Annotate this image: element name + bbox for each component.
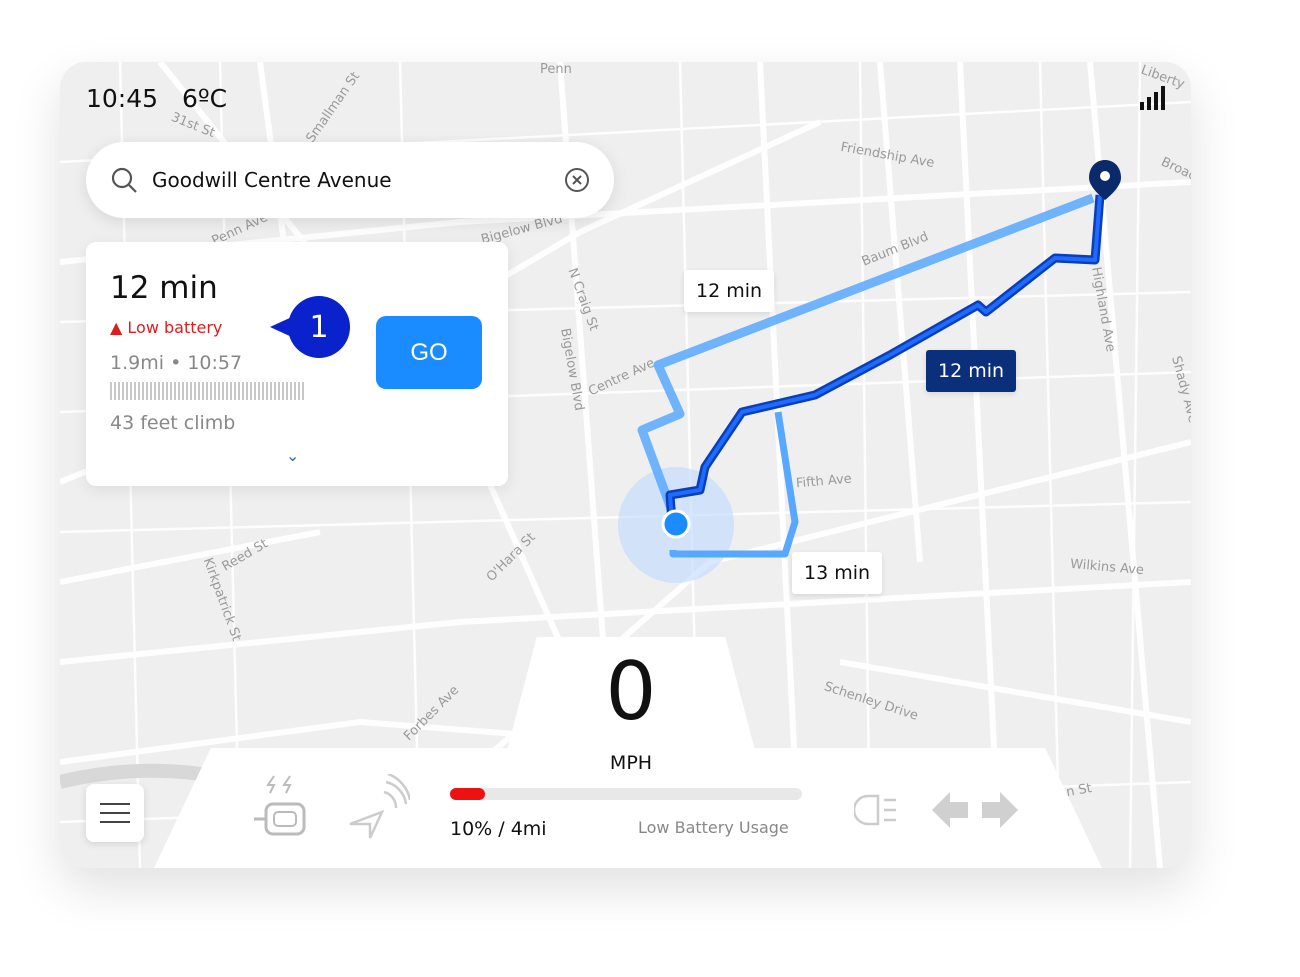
- separator: •: [170, 352, 182, 374]
- signal-bars-icon: [1140, 86, 1165, 110]
- search-input[interactable]: Goodwill Centre Avenue: [152, 168, 564, 192]
- low-battery-warning: ▲ Low battery: [110, 318, 222, 337]
- warning-icon: ▲: [110, 318, 123, 337]
- street-label: Penn: [540, 62, 572, 77]
- clear-icon[interactable]: [564, 167, 590, 193]
- route-duration: 12 min: [110, 270, 218, 306]
- search-icon: [111, 167, 137, 193]
- expand-chevron-icon[interactable]: ⌄: [286, 446, 299, 465]
- route-card: 12 min ▲ Low battery 1.9mi • 10:57 43 fe…: [86, 242, 508, 486]
- arrival-time: 10:57: [187, 352, 243, 374]
- route-label-selected[interactable]: 12 min: [926, 350, 1017, 392]
- go-button[interactable]: GO: [376, 316, 482, 389]
- navigation-signal-icon[interactable]: [348, 774, 410, 840]
- headlight-icon[interactable]: [854, 794, 904, 826]
- route-label-alt-top[interactable]: 12 min: [684, 270, 775, 312]
- route-meta: 1.9mi • 10:57: [110, 352, 242, 374]
- speed-value: 0: [605, 645, 657, 738]
- elevation-profile: [110, 382, 306, 400]
- search-bar[interactable]: Goodwill Centre Avenue: [86, 142, 614, 218]
- battery-mode[interactable]: Low Battery Usage: [638, 818, 789, 837]
- clock: 10:45: [86, 84, 159, 113]
- hamburger-icon: [100, 803, 130, 823]
- battery-bar: [450, 788, 802, 800]
- turn-left-icon[interactable]: [932, 792, 968, 828]
- turn-right-icon[interactable]: [982, 792, 1018, 828]
- pedal-assist-icon[interactable]: [254, 774, 310, 838]
- temperature: 6ºC: [182, 84, 228, 113]
- route-alt-top[interactable]: [637, 193, 1095, 524]
- battery-text: 10% / 4mi: [450, 818, 547, 840]
- speed-unit: MPH: [609, 752, 653, 774]
- climb-info: 43 feet climb: [110, 412, 236, 434]
- destination-pin-icon[interactable]: [1089, 160, 1121, 200]
- nav-screen: Penn 31st St Smallman St Friendship Ave …: [60, 62, 1191, 868]
- route-label-alt-bottom[interactable]: 13 min: [792, 552, 883, 594]
- warning-text: Low battery: [127, 318, 223, 337]
- battery-bar-fill: [450, 788, 486, 800]
- route-distance: 1.9mi: [110, 352, 165, 374]
- menu-button[interactable]: [86, 784, 144, 842]
- annotation-badge: 1: [270, 296, 350, 358]
- current-location-dot: [661, 509, 691, 539]
